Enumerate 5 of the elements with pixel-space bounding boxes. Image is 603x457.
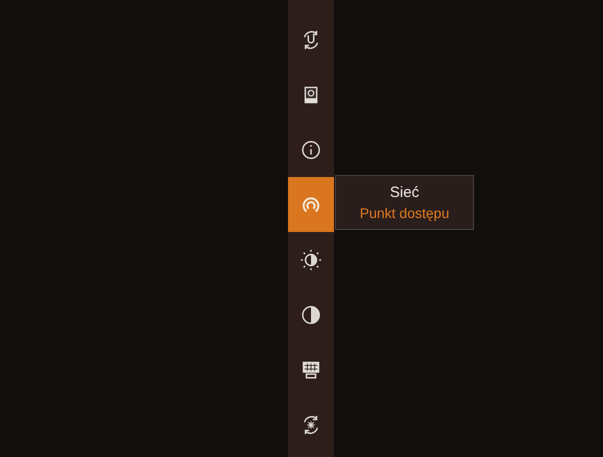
contrast-icon xyxy=(300,304,322,326)
info-icon xyxy=(300,138,322,160)
brightness-icon xyxy=(300,248,322,270)
setting-value: Punkt dostępu xyxy=(360,204,450,222)
setting-title: Sieć xyxy=(390,182,420,202)
